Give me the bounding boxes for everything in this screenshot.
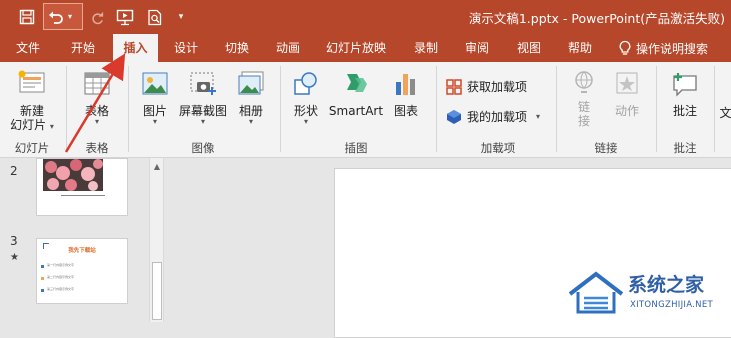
group-label-tables: 表格 [85,141,109,155]
slide-thumbnail-3[interactable]: 我先下载站 第一行内容示例文字 第二行内容示例文字 第三行内容示例文字 [36,238,128,304]
table-button[interactable]: 表格 ▾ [74,70,120,126]
ribbon-divider [66,66,67,152]
my-addins-icon [447,109,461,124]
tab-home[interactable]: 开始 [60,34,106,62]
redo-icon [88,4,106,30]
scrollbar-thumb[interactable] [152,262,162,320]
tab-view[interactable]: 视图 [508,34,550,62]
tab-help[interactable]: 帮助 [559,34,601,62]
screenshot-dropdown-icon[interactable]: ▾ [201,118,205,126]
undo-icon [49,11,63,24]
title-bar: ▾ ▾ 演示文稿1.pptx - PowerPoint(产品激活失败) [0,0,731,34]
slide-thumbnail-2[interactable] [36,158,128,216]
window-title: 演示文稿1.pptx - PowerPoint(产品激活失败) [468,11,725,26]
smartart-button[interactable]: SmartArt [328,70,384,118]
ribbon-divider [128,66,129,152]
menu-bar: 文件 开始 插入 设计 切换 动画 幻灯片放映 录制 审阅 视图 帮助 操作说明… [0,34,731,62]
slide-thumbnails-pane: 2 3 ★ 我先下载站 第一行内容示例文字 第二行内容示例文字 第三行内容示例文… [0,158,149,322]
tab-animations[interactable]: 动画 [267,34,309,62]
table-icon [84,72,110,95]
scroll-up-icon[interactable]: ▲ [152,162,162,174]
comment-icon [673,73,697,97]
group-label-illustrations: 插图 [344,141,368,155]
album-dropdown-icon[interactable]: ▾ [249,118,253,126]
tab-record[interactable]: 录制 [405,34,447,62]
thumbnail-bullet [41,277,44,280]
thumbnail-bullet [41,265,44,268]
shapes-button[interactable]: 形状 ▾ [288,70,324,126]
screenshot-icon [190,72,216,95]
link-icon [575,71,593,93]
tab-slide-show[interactable]: 幻灯片放映 [320,34,392,62]
smartart-icon [347,74,367,92]
site-watermark: 系统之家 XITONGZHIJIA.NET [566,266,731,322]
watermark-url: XITONGZHIJIA.NET [630,300,713,310]
thumbnail-caption-line [61,195,105,196]
animation-star-icon: ★ [10,252,19,263]
watermark-name: 系统之家 [628,274,705,296]
group-label-addins: 加载项 [480,141,516,155]
thumbnail-title: 我先下载站 [68,248,96,254]
shapes-dropdown-icon[interactable]: ▾ [304,118,308,126]
tab-insert[interactable]: 插入 [113,34,158,62]
screenshot-button[interactable]: 屏幕截图 ▾ [176,70,230,126]
rose-photo [43,159,103,191]
undo-dropdown-icon[interactable]: ▾ [68,12,72,21]
photo-album-button[interactable]: 相册 ▾ [232,70,270,126]
ribbon-divider [436,66,437,152]
group-label-images: 图像 [191,141,215,155]
thumbnail-row: 第三行内容示例文字 [47,287,75,291]
ribbon-divider [714,66,715,152]
photo-album-icon [238,71,264,95]
action-star-icon [616,72,638,94]
group-label-slides: 幻灯片 [14,141,50,155]
tab-review[interactable]: 审阅 [456,34,498,62]
group-label-links: 链接 [594,141,618,155]
print-preview-icon[interactable] [144,4,166,30]
thumbnail-row: 第二行内容示例文字 [47,275,75,279]
slide-number-2: 2 [10,164,18,178]
shapes-icon [294,72,317,95]
lightbulb-icon [619,40,631,55]
chart-button[interactable]: 图表 [388,70,424,118]
tell-me-search[interactable]: 操作说明搜索 [618,34,708,62]
thumbnail-scrollbar[interactable]: ▲ [149,158,164,322]
new-slide-button[interactable]: 新建 幻灯片 ▾ [6,70,58,132]
thumbnail-row: 第一行内容示例文字 [47,263,75,267]
ribbon-divider [656,66,657,152]
save-icon[interactable] [16,4,38,30]
text-group-partial[interactable]: 文 [720,106,731,120]
tell-me-label: 操作说明搜索 [636,41,709,56]
my-addins-dropdown-icon[interactable]: ▾ [536,112,540,121]
tab-transitions[interactable]: 切换 [216,34,258,62]
chart-icon [396,74,415,95]
tab-design[interactable]: 设计 [165,34,207,62]
group-label-comments: 批注 [673,141,697,155]
get-addins-button[interactable]: 获取加载项 [446,78,527,95]
ribbon-divider [556,66,557,152]
ribbon-divider [280,66,281,152]
new-slide-icon [18,70,45,93]
slide-number-3: 3 [10,234,18,248]
comment-button[interactable]: 批注 [664,70,706,118]
undo-button[interactable]: ▾ [43,3,83,30]
tab-file[interactable]: 文件 [6,34,50,62]
start-from-beginning-icon[interactable] [114,4,136,30]
customize-qat-icon[interactable]: ▾ [174,4,188,30]
pictures-button[interactable]: 图片 ▾ [136,70,174,126]
new-slide-dropdown-icon[interactable]: ▾ [50,122,54,131]
action-button[interactable]: 动作 [606,70,648,118]
my-addins-button[interactable]: 我的加载项 ▾ [446,108,540,125]
house-logo-icon [568,271,624,314]
link-button[interactable]: 链 接 [564,70,604,128]
pictures-dropdown-icon[interactable]: ▾ [153,118,157,126]
ribbon: 新建 幻灯片 ▾ 幻灯片 表格 ▾ 表格 图片 ▾ 屏幕截图 ▾ 相册 ▾ 图像… [0,62,731,158]
table-dropdown-icon[interactable]: ▾ [95,118,99,126]
store-icon [446,78,462,95]
thumbnail-bullet [41,289,44,292]
picture-icon [142,72,168,95]
